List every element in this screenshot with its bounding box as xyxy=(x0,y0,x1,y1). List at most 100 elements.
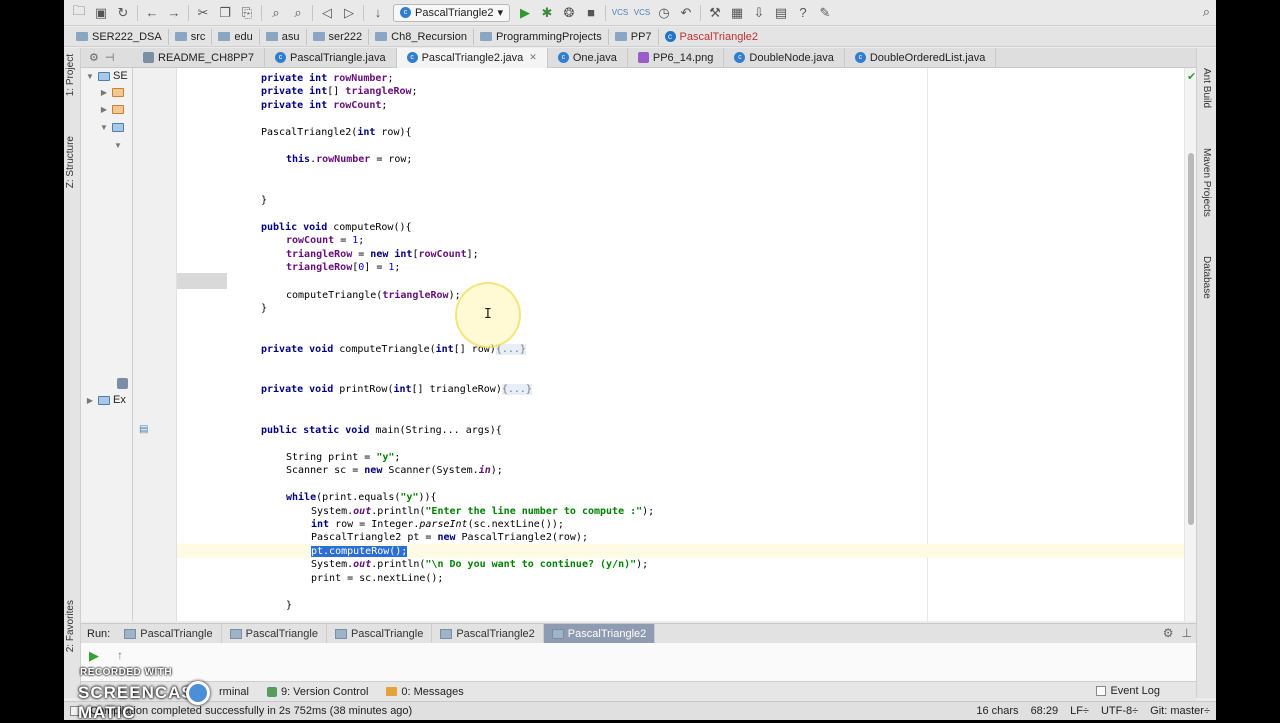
run-label: Run: xyxy=(87,627,111,640)
tool-windows-icon[interactable] xyxy=(70,706,80,716)
tab-one[interactable]: c One.java xyxy=(548,47,628,68)
breadcrumb-item[interactable]: SER222_DSA xyxy=(70,28,169,45)
gear-icon[interactable]: ⚙ xyxy=(1163,626,1174,640)
up-arrow-icon[interactable]: ↑ xyxy=(117,648,123,662)
search-icon[interactable]: ⌕ xyxy=(1203,4,1210,20)
vcs-commit-icon[interactable]: VCS xyxy=(631,2,653,24)
debug-icon[interactable]: ✱ xyxy=(536,2,558,24)
pencil-icon[interactable]: ✎ xyxy=(814,2,836,24)
copy-icon[interactable]: ❐ xyxy=(214,2,236,24)
breadcrumb-item[interactable]: Ch8_Recursion xyxy=(369,28,474,45)
git-branch[interactable]: Git: master÷ xyxy=(1150,705,1210,717)
tree-item[interactable]: ▼ xyxy=(99,120,124,134)
breadcrumb-item[interactable]: asu xyxy=(260,28,307,45)
run-tab[interactable]: PascalTriangle2 xyxy=(432,623,544,644)
sync-icon[interactable]: ↻ xyxy=(112,2,134,24)
tab-project[interactable]: 1: Project xyxy=(65,54,76,96)
chevron-down-icon: ▼ xyxy=(100,122,108,132)
breadcrumb-item[interactable]: PP7 xyxy=(609,28,659,45)
run-icon[interactable]: ▶ xyxy=(514,2,536,24)
file-encoding[interactable]: UTF-8÷ xyxy=(1101,705,1138,717)
caret-position[interactable]: 68:29 xyxy=(1031,705,1059,717)
run-configuration-select[interactable]: c PascalTriangle2 ▾ xyxy=(393,3,510,22)
tree-item[interactable]: ▶ xyxy=(99,102,124,116)
run-gutter-icon[interactable]: ▤ xyxy=(139,424,148,435)
revert-icon[interactable]: ↶ xyxy=(675,2,697,24)
redo-icon[interactable]: → xyxy=(163,2,185,24)
coverage-icon[interactable]: ❂ xyxy=(558,2,580,24)
tab-pascaltriangle[interactable]: c PascalTriangle.java xyxy=(265,47,397,68)
find-icon[interactable]: ⌕ xyxy=(265,2,287,24)
tree-item[interactable] xyxy=(117,376,128,390)
tree-item-root[interactable]: ▼ SE xyxy=(85,69,128,83)
run-tab-active[interactable]: PascalTriangle2 xyxy=(543,623,656,644)
class-icon: c xyxy=(664,31,676,42)
project-panel: ▼ SE ▶ ▶ ▼ ▼ ▶ Ex xyxy=(81,68,133,621)
forward-icon[interactable]: ▷ xyxy=(338,2,360,24)
history-icon[interactable]: ◷ xyxy=(653,2,675,24)
sdk-icon[interactable]: ⇩ xyxy=(748,2,770,24)
tab-structure[interactable]: Z: Structure xyxy=(65,136,76,188)
cut-icon[interactable]: ✂ xyxy=(192,2,214,24)
tab-pp6-14[interactable]: PP6_14.png xyxy=(628,47,725,68)
stop-icon[interactable]: ■ xyxy=(580,2,602,24)
code-line: } xyxy=(261,195,268,206)
folder-icon xyxy=(98,71,110,81)
tab-version-control[interactable]: 9: Version Control xyxy=(266,686,368,698)
undo-icon[interactable]: ← xyxy=(141,2,163,24)
gear-icon[interactable]: ⚙ xyxy=(89,51,99,64)
run-tab[interactable]: PascalTriangle xyxy=(116,623,222,644)
code-line: triangleRow[0] = 1; xyxy=(286,262,401,273)
tab-pascaltriangle2[interactable]: c PascalTriangle2.java ✕ xyxy=(396,47,548,68)
project-structure-icon[interactable]: ▦ xyxy=(726,2,748,24)
tab-doublenode[interactable]: c DoubleNode.java xyxy=(724,47,845,68)
back-icon[interactable]: ◁ xyxy=(316,2,338,24)
rerun-icon[interactable]: ▶ xyxy=(89,648,99,664)
paste-icon[interactable]: ⎘ xyxy=(236,2,258,24)
tree-item[interactable]: ▼ xyxy=(113,138,123,152)
status-widgets: 16 chars 68:29 LF÷ UTF-8÷ Git: master÷ xyxy=(976,705,1210,717)
tab-terminal[interactable]: rminal xyxy=(219,686,249,698)
breadcrumb-item[interactable]: ser222 xyxy=(307,28,370,45)
tab-ant-build[interactable]: Ant Build xyxy=(1201,68,1212,108)
selected-text[interactable]: pt.computeRow(); xyxy=(311,546,408,557)
tab-messages[interactable]: 0: Messages xyxy=(386,686,464,698)
run-tab[interactable]: PascalTriangle xyxy=(222,623,327,644)
breadcrumb-item[interactable]: edu xyxy=(212,28,260,45)
collapse-icon[interactable]: ⊣ xyxy=(105,51,115,64)
tab-database[interactable]: Database xyxy=(1201,256,1212,299)
replace-icon[interactable]: ⌕ xyxy=(287,2,309,24)
text-cursor-icon: I xyxy=(484,307,492,322)
folder-icon xyxy=(112,122,124,132)
scrollbar-thumb[interactable] xyxy=(1188,153,1194,525)
main-toolbar: 🗀 ▣ ↻ ← → ✂ ❐ ⎘ ⌕ ⌕ ◁ ▷ ↓ c PascalTriang… xyxy=(64,0,1216,26)
folder-icon xyxy=(112,104,124,114)
tree-item-external[interactable]: ▶ Ex xyxy=(85,393,126,407)
android-icon[interactable]: ▤ xyxy=(770,2,792,24)
tab-favorites[interactable]: 2: Favorites xyxy=(65,600,76,652)
folded-region[interactable]: {...} xyxy=(495,344,526,355)
tree-item[interactable]: ▶ xyxy=(99,85,124,99)
line-separator[interactable]: LF÷ xyxy=(1070,705,1089,717)
folder-icon xyxy=(76,32,88,41)
settings-icon[interactable]: ⚒ xyxy=(704,2,726,24)
editor-scrollbar[interactable]: ✔ xyxy=(1184,68,1196,621)
tab-maven-projects[interactable]: Maven Projects xyxy=(1201,148,1212,217)
run-console[interactable]: ▶ ↑ xyxy=(81,643,1196,681)
tab-event-log[interactable]: Event Log xyxy=(1096,685,1160,697)
code-editor[interactable]: private int rowNumber; private int[] tri… xyxy=(177,68,1184,621)
breadcrumb-item[interactable]: ProgrammingProjects xyxy=(474,28,609,45)
breadcrumb-item[interactable]: src xyxy=(169,28,213,45)
run-tab[interactable]: PascalTriangle xyxy=(327,623,433,644)
close-icon[interactable]: ✕ xyxy=(529,52,537,63)
vcs-update-icon[interactable]: VCS xyxy=(609,2,631,24)
open-folder-icon[interactable]: 🗀 xyxy=(68,2,90,24)
save-icon[interactable]: ▣ xyxy=(90,2,112,24)
folded-region[interactable]: {...} xyxy=(501,384,532,395)
build-icon[interactable]: ↓ xyxy=(367,2,389,24)
breadcrumb-item[interactable]: c PascalTriangle2 xyxy=(659,29,764,45)
help-icon[interactable]: ? xyxy=(792,2,814,24)
hide-icon[interactable]: ⊥ xyxy=(1182,626,1192,640)
tab-readme[interactable]: README_CH8PP7 xyxy=(133,47,265,68)
tab-doubleorderedlist[interactable]: c DoubleOrderedList.java xyxy=(845,47,997,68)
